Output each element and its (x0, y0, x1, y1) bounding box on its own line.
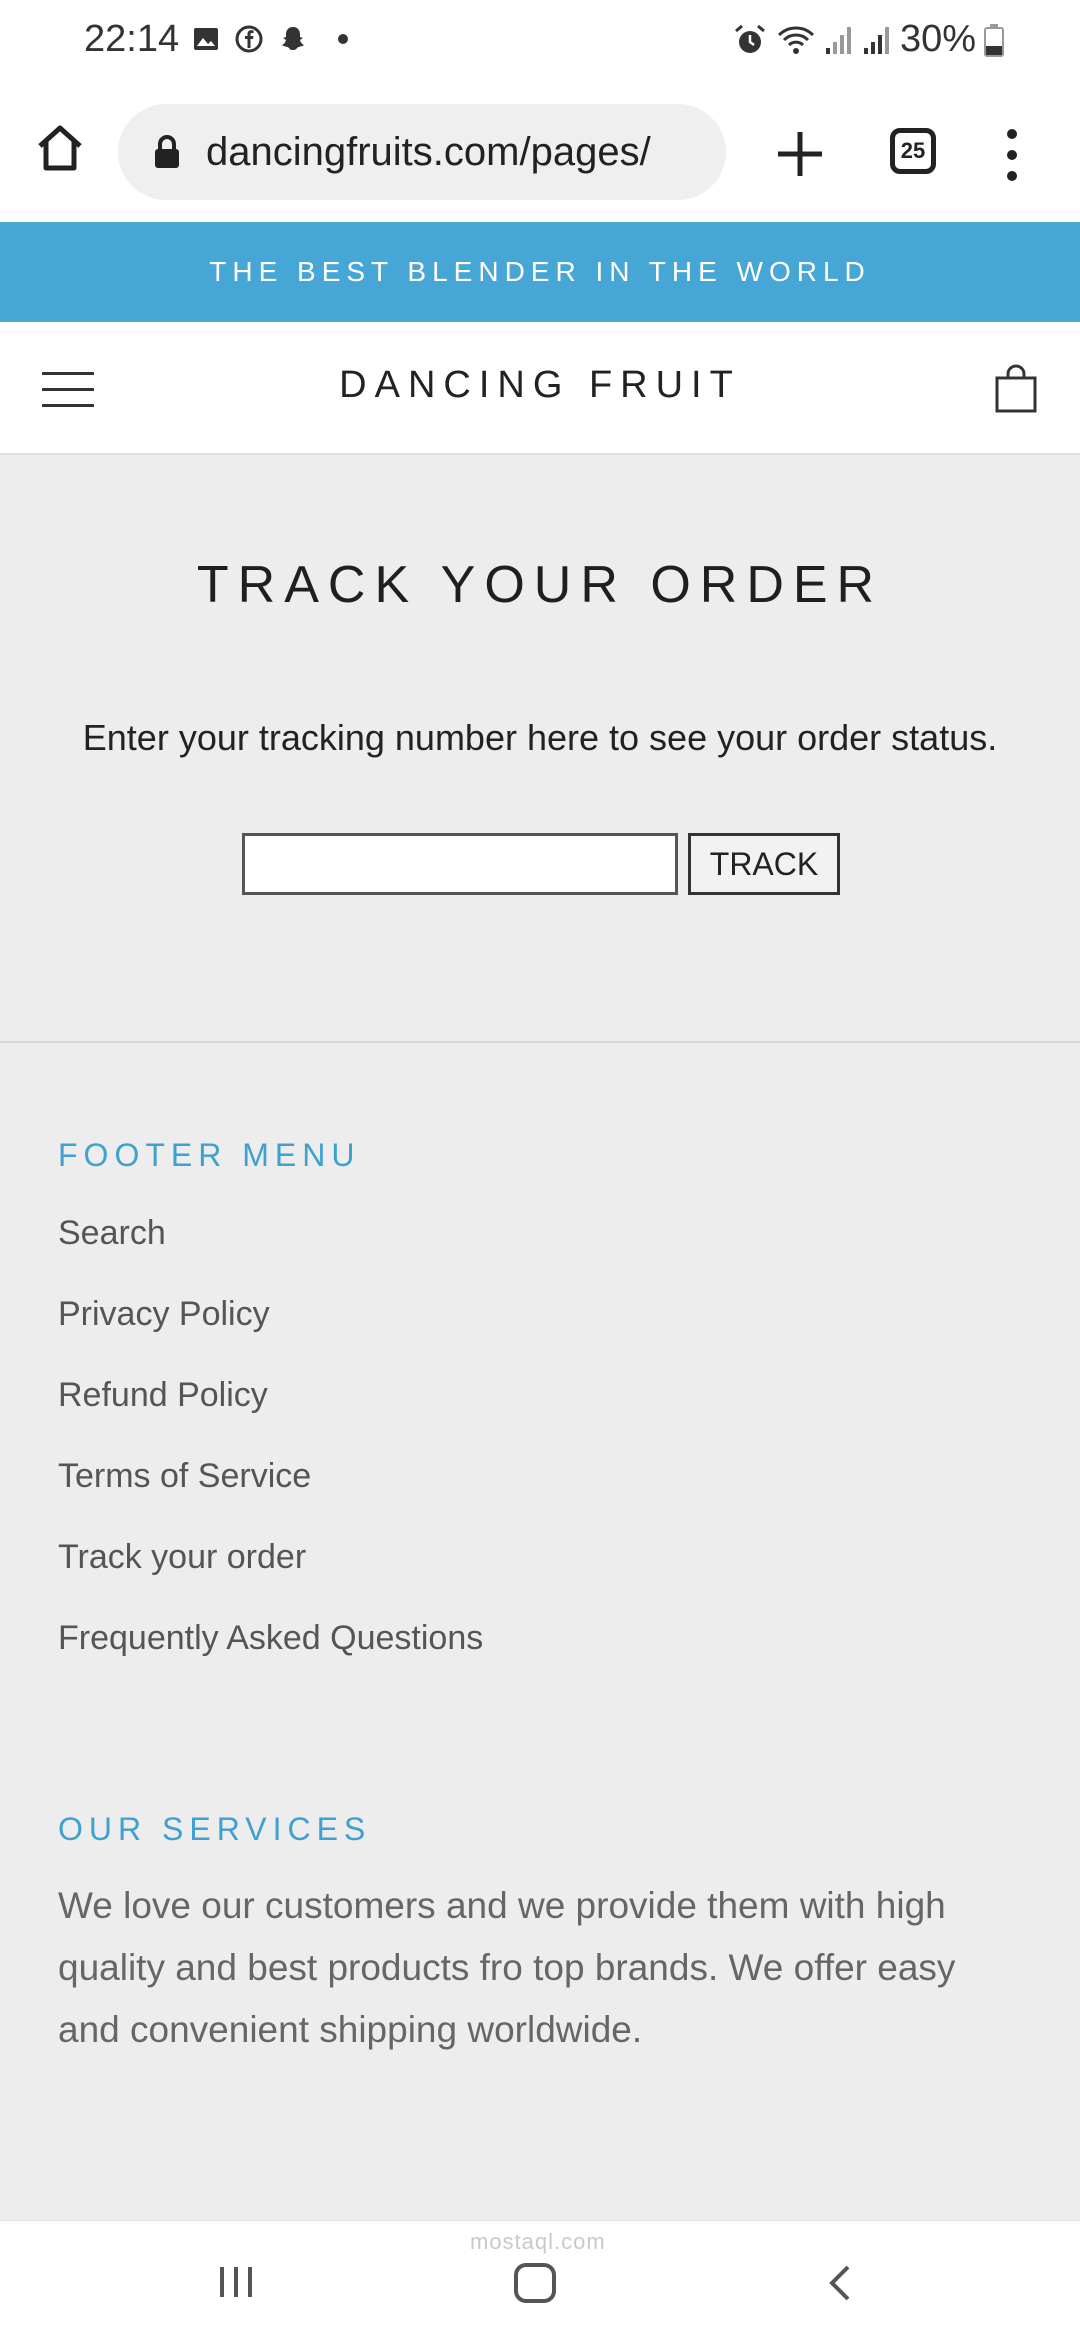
status-bar: 22:14 30% (0, 0, 1080, 84)
footer: FOOTER MENU Search Privacy Policy Refund… (0, 1045, 1080, 2220)
tab-count: 25 (900, 138, 926, 163)
gallery-icon (194, 28, 218, 50)
alarm-icon (734, 24, 765, 53)
our-services-text: We love our customers and we provide the… (58, 1885, 956, 2050)
tracking-number-input[interactable] (242, 833, 678, 895)
url-text: dancingfruits.com/pages/ (206, 129, 651, 174)
browser-toolbar: dancingfruits.com/pages/ 25 (0, 84, 1080, 222)
footer-link-track-order[interactable]: Track your order (58, 1537, 483, 1618)
wifi-icon (777, 25, 814, 54)
footer-link-search[interactable]: Search (58, 1213, 483, 1294)
status-left-icons (192, 24, 348, 54)
site-header: DANCING FRUIT (0, 322, 1080, 455)
battery-icon (984, 23, 1004, 57)
instruction-text: Enter your tracking number here to see y… (82, 717, 998, 758)
status-time: 22:14 (84, 18, 180, 60)
track-order-section: TRACK YOUR ORDER Enter your tracking num… (0, 455, 1080, 1043)
tab-switcher-button[interactable]: 25 (890, 128, 936, 174)
facebook-icon (235, 25, 263, 53)
brand-logo[interactable]: DANCING FRUIT (0, 364, 1080, 407)
back-icon[interactable] (824, 2263, 854, 2303)
notification-dot (338, 34, 348, 44)
system-nav-bar: mostaql.com (0, 2220, 1080, 2340)
track-button[interactable]: TRACK (688, 833, 840, 895)
lock-icon (155, 135, 179, 168)
battery-percent: 30% (899, 18, 976, 60)
page-title: TRACK YOUR ORDER (196, 556, 884, 614)
home-icon[interactable] (34, 122, 86, 174)
address-bar[interactable]: dancingfruits.com/pages/ (118, 104, 726, 200)
footer-link-refund-policy[interactable]: Refund Policy (58, 1375, 483, 1456)
new-tab-icon[interactable] (772, 126, 828, 182)
footer-menu-list: Search Privacy Policy Refund Policy Term… (58, 1213, 483, 1699)
announcement-text: THE BEST BLENDER IN THE WORLD (209, 256, 871, 287)
home-button-icon[interactable] (514, 2263, 556, 2303)
announcement-bar: THE BEST BLENDER IN THE WORLD (0, 222, 1080, 322)
status-right: 30% (732, 18, 1004, 61)
footer-link-terms-of-service[interactable]: Terms of Service (58, 1456, 483, 1537)
our-services-heading: OUR SERVICES (58, 1811, 372, 1847)
more-menu-icon[interactable] (1006, 128, 1018, 182)
recent-apps-icon[interactable] (218, 2265, 254, 2299)
footer-link-privacy-policy[interactable]: Privacy Policy (58, 1294, 483, 1375)
signal-icon (863, 26, 889, 54)
footer-link-faq[interactable]: Frequently Asked Questions (58, 1618, 483, 1699)
signal-icon (825, 26, 851, 54)
snapchat-icon (282, 27, 304, 50)
footer-menu-heading: FOOTER MENU (58, 1137, 361, 1173)
cart-icon[interactable] (994, 364, 1038, 414)
watermark: mostaql.com (470, 2229, 606, 2254)
